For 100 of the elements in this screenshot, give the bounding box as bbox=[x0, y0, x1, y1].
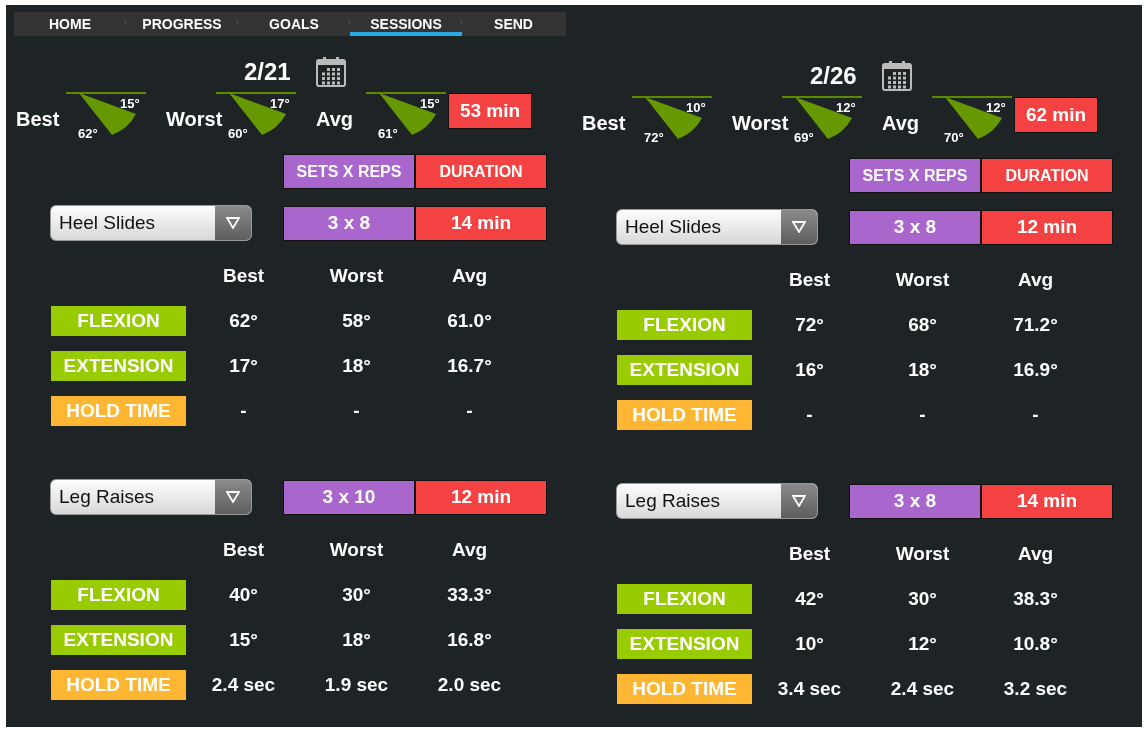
angle-wedge-icon bbox=[366, 92, 448, 138]
metric-value: - bbox=[1032, 403, 1039, 426]
column-header: Best bbox=[788, 542, 831, 565]
metric-label: EXTENSION bbox=[616, 627, 753, 660]
sets-reps-value: 3 x 8 bbox=[849, 483, 981, 519]
sets-reps-header: SETS X REPS bbox=[849, 158, 981, 193]
angle-wedge-icon bbox=[66, 92, 148, 138]
flexion-angle: 62° bbox=[78, 126, 98, 141]
duration-header: DURATION bbox=[415, 154, 547, 189]
metric-label: FLEXION bbox=[616, 308, 753, 341]
sets-reps-value: 3 x 8 bbox=[283, 205, 415, 241]
total-duration: 53 min bbox=[448, 93, 532, 129]
metric-value: 68° bbox=[908, 313, 937, 336]
metric-value: 18° bbox=[342, 628, 371, 651]
gauge-label: Best bbox=[16, 108, 60, 131]
nav-tab[interactable]: PROGRESS bbox=[126, 12, 238, 36]
nav-tab[interactable]: GOALS bbox=[238, 12, 350, 36]
metric-value: 16.9° bbox=[1013, 358, 1058, 381]
metric-value: 30° bbox=[342, 583, 371, 606]
column-header: Best bbox=[788, 268, 831, 291]
metric-value: 61.0° bbox=[447, 309, 492, 332]
metric-value: 58° bbox=[342, 309, 371, 332]
metric-value: 2.4 sec bbox=[890, 677, 955, 700]
nav-tab[interactable]: SESSIONS bbox=[350, 12, 462, 36]
metric-value: 33.3° bbox=[447, 583, 492, 606]
metric-value: 10° bbox=[795, 632, 824, 655]
metric-label: EXTENSION bbox=[616, 353, 753, 386]
extension-angle: 12° bbox=[836, 100, 856, 115]
flexion-angle: 60° bbox=[228, 126, 248, 141]
column-header: Avg bbox=[1017, 268, 1054, 291]
metric-value: 10.8° bbox=[1013, 632, 1058, 655]
metric-value: 72° bbox=[795, 313, 824, 336]
exercise-dropdown[interactable]: Heel Slides bbox=[50, 205, 252, 241]
metric-value: 1.9 sec bbox=[324, 673, 389, 696]
calendar-icon[interactable] bbox=[880, 60, 913, 92]
exercise-dropdown[interactable]: Leg Raises bbox=[50, 479, 252, 515]
metric-label: HOLD TIME bbox=[616, 672, 753, 705]
metric-value: - bbox=[806, 403, 813, 426]
metric-label: FLEXION bbox=[616, 582, 753, 615]
metric-value: 71.2° bbox=[1013, 313, 1058, 336]
extension-angle: 10° bbox=[686, 100, 706, 115]
gauge-label: Worst bbox=[166, 108, 223, 131]
gauge-label: Worst bbox=[732, 112, 789, 135]
metric-value: - bbox=[353, 399, 360, 422]
column-header: Worst bbox=[895, 268, 950, 291]
metric-label: HOLD TIME bbox=[50, 394, 187, 427]
metric-value: 16.7° bbox=[447, 354, 492, 377]
metric-value: - bbox=[919, 403, 926, 426]
column-header: Worst bbox=[329, 538, 384, 561]
session-date: 2/21 bbox=[244, 58, 291, 86]
metric-value: 18° bbox=[342, 354, 371, 377]
dropdown-caret-icon bbox=[226, 491, 240, 503]
metric-label: HOLD TIME bbox=[616, 398, 753, 431]
column-header: Avg bbox=[1017, 542, 1054, 565]
column-header: Avg bbox=[451, 264, 488, 287]
column-header: Best bbox=[222, 538, 265, 561]
duration-header: DURATION bbox=[981, 158, 1113, 193]
dropdown-caret-icon bbox=[792, 495, 806, 507]
metric-value: 12° bbox=[908, 632, 937, 655]
metric-value: - bbox=[466, 399, 473, 422]
gauge-label: Best bbox=[582, 112, 626, 135]
metric-label: FLEXION bbox=[50, 304, 187, 337]
metric-value: 38.3° bbox=[1013, 587, 1058, 610]
metric-label: EXTENSION bbox=[50, 623, 187, 656]
sets-reps-value: 3 x 8 bbox=[849, 209, 981, 245]
metric-value: 2.4 sec bbox=[211, 673, 276, 696]
duration-value: 14 min bbox=[415, 205, 547, 241]
flexion-angle: 69° bbox=[794, 130, 814, 145]
metric-label: HOLD TIME bbox=[50, 668, 187, 701]
flexion-angle: 61° bbox=[378, 126, 398, 141]
nav-tab[interactable]: HOME bbox=[14, 12, 126, 36]
duration-value: 12 min bbox=[981, 209, 1113, 245]
extension-angle: 12° bbox=[986, 100, 1006, 115]
dropdown-caret-icon bbox=[792, 221, 806, 233]
column-header: Worst bbox=[895, 542, 950, 565]
calendar-icon[interactable] bbox=[314, 56, 347, 88]
exercise-dropdown[interactable]: Heel Slides bbox=[616, 209, 818, 245]
gauge-label: Avg bbox=[882, 112, 920, 135]
metric-value: 62° bbox=[229, 309, 258, 332]
nav-tab[interactable]: SEND bbox=[462, 12, 565, 36]
flexion-angle: 72° bbox=[644, 130, 664, 145]
metric-value: 42° bbox=[795, 587, 824, 610]
extension-angle: 15° bbox=[120, 96, 140, 111]
metric-value: 16.8° bbox=[447, 628, 492, 651]
metric-value: 18° bbox=[908, 358, 937, 381]
total-duration: 62 min bbox=[1014, 97, 1098, 133]
metric-value: 40° bbox=[229, 583, 258, 606]
duration-value: 12 min bbox=[415, 479, 547, 515]
session-date: 2/26 bbox=[810, 62, 857, 90]
metric-value: 3.2 sec bbox=[1003, 677, 1068, 700]
exercise-dropdown[interactable]: Leg Raises bbox=[616, 483, 818, 519]
column-header: Worst bbox=[329, 264, 384, 287]
metric-value: 16° bbox=[795, 358, 824, 381]
metric-label: EXTENSION bbox=[50, 349, 187, 382]
duration-value: 14 min bbox=[981, 483, 1113, 519]
extension-angle: 17° bbox=[270, 96, 290, 111]
extension-angle: 15° bbox=[420, 96, 440, 111]
column-header: Avg bbox=[451, 538, 488, 561]
metric-value: - bbox=[240, 399, 247, 422]
gauge-label: Avg bbox=[316, 108, 354, 131]
